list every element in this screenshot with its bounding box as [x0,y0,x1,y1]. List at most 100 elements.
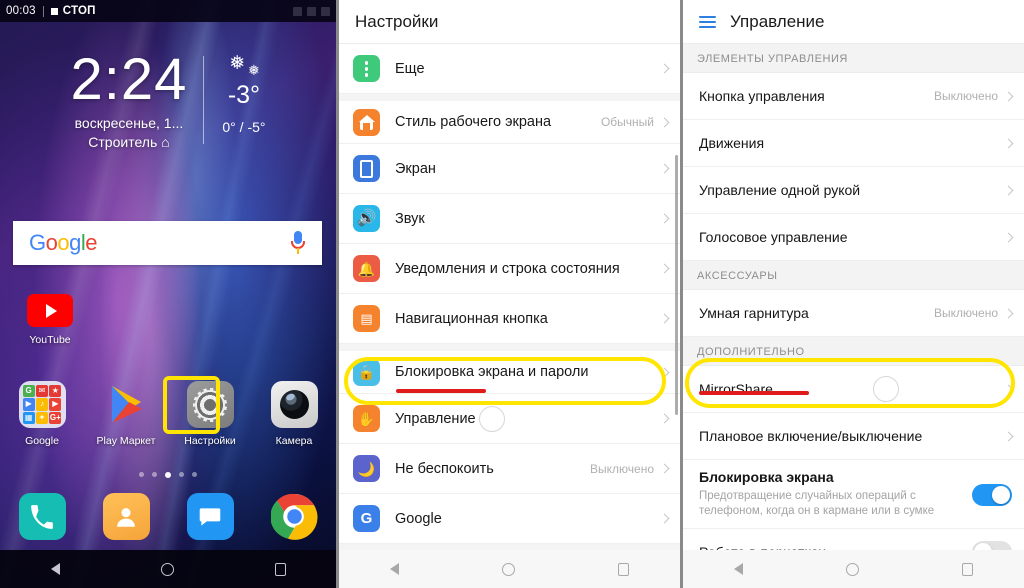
chevron-right-icon [1003,431,1014,441]
play-store-icon [103,381,150,428]
chevron-right-icon [659,213,670,224]
page-dot[interactable] [139,472,144,477]
glove-mode-toggle[interactable] [972,541,1012,550]
page-dot[interactable] [192,472,197,477]
management-row-motions[interactable]: Движения [683,120,1024,167]
settings-scrollbar[interactable] [675,155,678,415]
home-icon[interactable] [501,562,515,576]
chevron-right-icon [1003,185,1014,195]
row-label: Движения [699,135,765,151]
row-text-stack: Блокировка экрана Предотвращение случайн… [699,460,972,528]
settings-row-google[interactable]: G Google [339,494,680,544]
app-camera[interactable]: Камера [252,381,336,447]
chevron-right-icon [1003,91,1014,101]
chevron-right-icon [1003,138,1014,148]
status-bar: 00:03 СТОП [0,0,336,22]
annotation-underline-mirrorshare [699,391,809,395]
management-row-mirrorshare[interactable]: MirrorShare [683,366,1024,413]
clock-date: воскресенье, 1... [74,115,184,132]
row-label: Блокировка экрана и пароли [395,364,589,380]
clock-block: 2:24 воскресенье, 1... Строитель ⌂ [71,50,204,150]
recents-icon[interactable] [961,562,973,576]
messages-icon [186,493,234,540]
settings-row-management[interactable]: ✋ Управление [339,394,680,444]
chevron-right-icon [659,513,670,524]
settings-row-navigation-key[interactable]: ▤ Навигационная кнопка [339,294,680,344]
status-bar-divider [42,5,44,17]
screen-recording-indicator[interactable]: СТОП [50,5,96,17]
settings-row-home-style[interactable]: Стиль рабочего экрана Обычный [339,94,680,144]
app-play-market[interactable]: Play Маркет [84,381,168,447]
row-label: Еще [395,60,425,77]
settings-row-display[interactable]: Экран [339,144,680,194]
home-icon[interactable] [845,562,859,576]
section-header-accessories: АКСЕССУАРЫ [683,261,1024,290]
phone-icon [18,493,66,540]
clock-weather-widget[interactable]: 2:24 воскресенье, 1... Строитель ⌂ ❅ ❅ -3… [0,50,336,150]
settings-row-do-not-disturb[interactable]: 🌙 Не беспокоить Выключено [339,444,680,494]
back-icon[interactable] [50,563,60,575]
app-label: Google [25,435,59,447]
dock-phone[interactable] [0,493,84,540]
settings-row-notifications[interactable]: 🔔 Уведомления и строка состояния [339,244,680,294]
dock-chrome[interactable] [252,493,336,540]
management-row-smart-headset[interactable]: Умная гарнитура Выключено [683,290,1024,337]
play-store-glyph [111,386,142,423]
dock-messages[interactable] [168,493,252,540]
management-row-voice-control[interactable]: Голосовое управление [683,214,1024,261]
management-row-glove-mode[interactable]: Работа в перчатках [683,529,1024,550]
page-dot[interactable] [152,472,157,477]
back-icon[interactable] [390,563,400,575]
settings-panel: Настройки Еще Стиль рабочего экрана Обыч… [336,0,680,588]
weather-range: 0° / -5° [222,119,266,135]
camera-icon [270,381,318,428]
settings-row-lock-screen[interactable]: 🔒 Блокировка экрана и пароли [339,344,680,394]
weather-block: ❅ ❅ -3° 0° / -5° [204,52,265,135]
app-youtube[interactable]: YouTube [19,294,81,346]
recents-icon[interactable] [274,562,286,576]
hamburger-menu-icon[interactable] [699,15,716,28]
settings-title: Настройки [339,0,680,44]
settings-list[interactable]: Еще Стиль рабочего экрана Обычный Экран … [339,44,680,550]
dock-contacts[interactable] [84,493,168,540]
management-row-screen-lock[interactable]: Блокировка экрана Предотвращение случайн… [683,460,1024,529]
section-header-additional: ДОПОЛНИТЕЛЬНО [683,337,1024,366]
recents-icon[interactable] [617,562,629,576]
moon-icon: 🌙 [353,455,380,482]
chevron-right-icon [659,163,670,174]
snowflake-icon: ❅ ❅ [229,53,261,78]
management-row-control-button[interactable]: Кнопка управления Выключено [683,73,1024,120]
app-row: G ✉ ★ ▶ ♪ ▶ ▦ ✦ G+ Google Play Маркет На… [0,381,336,447]
row-value: Выключено [934,306,998,320]
settings-row-more[interactable]: Еще [339,44,680,94]
back-icon[interactable] [734,563,744,575]
row-label: Управление [395,410,476,427]
app-settings[interactable]: Настройки [168,381,252,447]
hand-icon: ✋ [353,405,380,432]
home-icon[interactable] [160,562,174,576]
row-label: Навигационная кнопка [395,310,548,327]
chevron-right-icon [1003,232,1014,242]
navigation-key-icon: ▤ [353,305,380,332]
chrome-icon [270,493,318,540]
row-label: Управление одной рукой [699,182,861,198]
app-google-folder[interactable]: G ✉ ★ ▶ ♪ ▶ ▦ ✦ G+ Google [0,381,84,447]
management-list[interactable]: ЭЛЕМЕНТЫ УПРАВЛЕНИЯ Кнопка управления Вы… [683,44,1024,550]
row-label: Не беспокоить [395,460,494,477]
management-row-one-hand[interactable]: Управление одной рукой [683,167,1024,214]
screen-lock-toggle[interactable] [972,484,1012,506]
row-label: Экран [395,160,436,177]
page-dot-active[interactable] [165,472,171,478]
settings-row-sound[interactable]: 🔊 Звук [339,194,680,244]
touch-ripple-indicator [873,376,899,402]
navigation-bar-home [0,550,336,588]
google-icon: G [353,505,380,532]
google-search-bar[interactable]: Google [13,221,322,265]
page-dot[interactable] [179,472,184,477]
row-label: Google [395,510,442,527]
app-label: YouTube [29,334,71,346]
management-row-scheduled-power[interactable]: Плановое включение/выключение [683,413,1024,460]
microphone-icon[interactable] [290,231,306,255]
chevron-right-icon [659,413,670,424]
management-title-bar: Управление [683,0,1024,44]
